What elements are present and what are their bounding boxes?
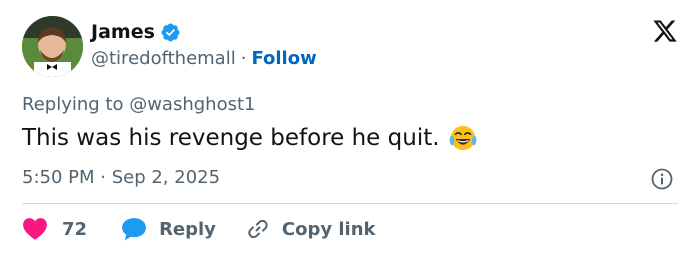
like-button[interactable]: 72	[22, 217, 87, 241]
author-name[interactable]: James	[91, 21, 155, 43]
divider	[22, 203, 678, 204]
author-handle[interactable]: @tiredofthemall	[91, 48, 236, 70]
follow-link[interactable]: Follow	[251, 48, 316, 70]
reply-label: Reply	[159, 218, 216, 240]
info-icon[interactable]	[650, 167, 674, 191]
reply-button[interactable]: Reply	[121, 217, 216, 241]
reply-bubble-icon	[122, 218, 146, 241]
tweet-timestamp[interactable]: 5:50 PM · Sep 2, 2025	[22, 167, 220, 189]
tweet-text-row: This was his revenge before he quit.	[22, 123, 478, 153]
face-with-tears-of-joy-emoji	[449, 125, 476, 151]
like-count: 72	[62, 218, 88, 240]
copy-link-label: Copy link	[281, 218, 376, 240]
tweet-text: This was his revenge before he quit.	[22, 125, 440, 151]
verified-badge-icon	[161, 23, 180, 41]
x-logo-icon[interactable]	[652, 18, 678, 44]
author-name-row: James	[91, 21, 181, 43]
handle-row: @tiredofthemall · Follow	[91, 48, 317, 70]
separator-dot: ·	[240, 48, 247, 69]
heart-icon	[23, 218, 47, 240]
avatar[interactable]	[22, 16, 83, 77]
link-icon	[248, 219, 268, 239]
replying-to-text: Replying to @washghost1	[22, 94, 256, 115]
copy-link-button[interactable]: Copy link	[246, 217, 376, 241]
action-bar: 72 Reply Copy link	[22, 216, 376, 242]
